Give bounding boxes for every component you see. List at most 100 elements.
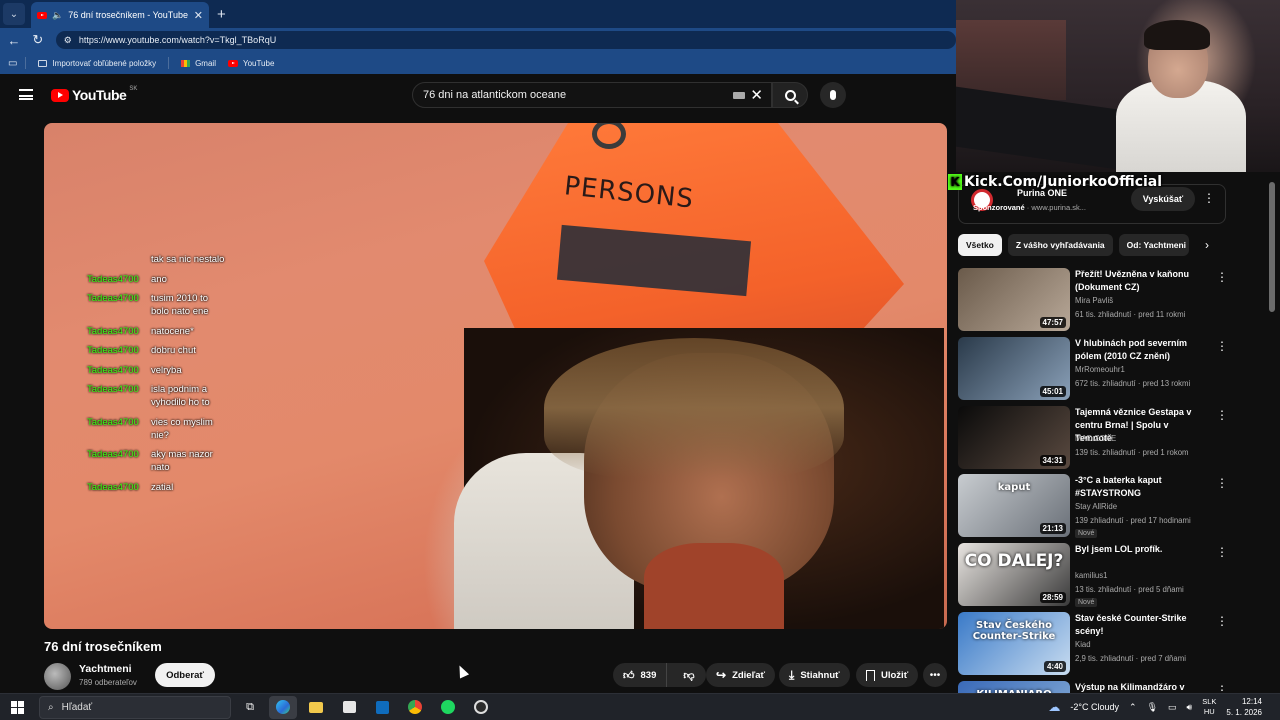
recommended-title[interactable]: Přežít! Uvězněna v kaňonu (Dokument CZ) [1075,268,1205,294]
video-thumbnail[interactable]: 34:31 [958,405,1070,469]
recommended-channel[interactable]: Mira Pavliš [1075,296,1113,305]
chat-message: Tadeas4700 natocene* [87,325,227,338]
reading-list-icon[interactable]: ▭ [8,58,17,69]
chat-text: tusim 2010 to bolo nato ene [151,293,209,317]
recommended-channel[interactable]: Stay AllRide [1075,502,1117,511]
chat-text: aky mas nazor nato [151,449,213,473]
new-tab-icon[interactable]: + [217,6,226,23]
dislike-button[interactable]: 👎︎ [673,669,704,682]
bookmark-youtube[interactable]: YouTube [227,59,274,68]
chip-all[interactable]: Všetko [958,234,1002,256]
bookmark-import[interactable]: Importovať obľúbené položky [38,59,156,68]
ad-more-icon[interactable]: ⋮ [1203,191,1215,205]
refresh-icon[interactable]: ↻ [26,32,50,48]
save-button[interactable]: Uložiť [856,663,919,687]
outlook-icon[interactable] [368,696,396,719]
task-view-icon[interactable]: ⧉ [236,696,264,719]
video-thumbnail[interactable]: 47:57 [958,268,1070,331]
streamer-webcam [956,0,1280,172]
edge-icon[interactable] [269,695,297,719]
subscribe-button[interactable]: Odberať [155,663,215,687]
clock-time: 12:14 [1241,697,1262,706]
video-menu-icon[interactable]: ⋮ [1216,614,1228,628]
address-bar-row: ← ↻ ⚙ https://www.youtube.com/watch?v=Tk… [0,28,956,52]
menu-icon[interactable] [19,89,33,100]
recommended-video[interactable]: Stav Českého Counter-Strike 4:40 Stav česk… [958,611,1233,681]
ad-card[interactable]: Purina ONE Sponzorované · www.purina.sk.… [958,184,1226,224]
site-info-icon[interactable]: ⚙ [64,35,72,46]
recommended-video[interactable]: CO DALEJ? 28:59 Byl jsem LOL profík. kamili… [958,543,1233,612]
keyboard-icon[interactable] [733,92,745,99]
recommended-channel[interactable]: kamilius1 [1075,571,1108,580]
recommended-video[interactable]: 47:57 Přežít! Uvězněna v kaňonu (Dokument… [958,268,1233,337]
video-menu-icon[interactable]: ⋮ [1216,339,1228,353]
video-thumbnail[interactable]: Stav Českého Counter-Strike 4:40 [958,611,1070,675]
recommended-video[interactable]: 45:01 V hlubinách pod severním pólem (201… [958,336,1233,406]
more-actions-button[interactable]: ••• [923,663,947,687]
sidebar-scrollbar[interactable] [1269,182,1275,312]
recommended-title[interactable]: Výstup na Kilimandžáro v [1075,681,1205,694]
recommended-channel[interactable]: Kiad [1075,640,1091,649]
filter-chips: Všetko Z vášho vyhľadávania Od: Yachtmen… [958,234,1189,256]
youtube-logo[interactable]: YouTube SK [51,86,137,103]
like-button[interactable]: 👍︎ 839 [613,663,668,687]
video-menu-icon[interactable]: ⋮ [1216,476,1228,490]
speaker-icon[interactable]: 🔈 [52,10,63,21]
channel-name[interactable]: Yachtmeni [79,663,132,675]
clock[interactable]: 12:14 5. 1. 2026 [1226,696,1262,718]
download-button[interactable]: ⤓ Stiahnuť [779,663,850,687]
microphone-tray-icon[interactable]: 🎙︎ [1147,702,1158,713]
file-explorer-icon[interactable] [302,696,330,719]
chevron-up-icon[interactable]: ⌃ [1129,702,1137,713]
chat-message: Tadeas4700 dobru chut [87,344,227,357]
recommended-title[interactable]: -3°C a baterka kaput #STAYSTRONG [1075,474,1205,500]
recommended-channel[interactable]: MAD ZONE [1075,434,1116,443]
video-player[interactable]: PERSONS tak sa nic nestalo Tadeas4700 ano T… [44,123,947,629]
language-indicator[interactable]: SLK HU [1202,697,1216,717]
bookmark-gmail[interactable]: Gmail [181,59,216,68]
video-menu-icon[interactable]: ⋮ [1216,545,1228,559]
chip-from-search[interactable]: Z vášho vyhľadávania [1007,234,1113,256]
taskbar-search[interactable]: ⌕ Hľadať [39,695,231,719]
store-icon[interactable] [335,696,363,719]
video-thumbnail[interactable]: 45:01 [958,336,1070,400]
recommended-meta: 672 tis. zhliadnutí · pred 13 rokmi [1075,378,1191,388]
tab-close-icon[interactable]: ✕ [194,9,203,22]
notification-icon[interactable]: ▭ [1168,702,1177,713]
ad-cta-button[interactable]: Vyskúšať [1131,187,1195,211]
kick-url: Kick.Com/JuniorkoOfficial [964,174,1163,190]
search-input[interactable]: 76 dni na atlantickom oceane ✕ [412,82,772,108]
share-button[interactable]: ↪ Zdieľať [706,663,776,687]
chrome-icon[interactable] [401,696,429,719]
volume-icon[interactable]: 🔊︎ [1187,702,1193,713]
channel-avatar[interactable] [44,663,71,690]
recommended-video[interactable]: 34:31 Tajemná věznice Gestapa v centru Br… [958,405,1233,475]
obs-icon[interactable] [467,696,495,719]
tab-actions-button[interactable]: ⌄ [3,3,25,25]
youtube-icon [227,59,238,67]
folder-icon [38,59,48,67]
chevron-right-icon[interactable]: › [1205,238,1209,252]
windows-start-icon[interactable] [11,700,24,714]
weather-text[interactable]: -2°C Cloudy [1070,702,1119,712]
recommended-channel[interactable]: MrRomeouhr1 [1075,365,1125,374]
save-label: Uložiť [881,669,909,681]
video-menu-icon[interactable]: ⋮ [1216,408,1228,422]
spotify-icon[interactable] [434,696,462,719]
video-thumbnail[interactable]: kaput 21:13 [958,474,1070,538]
clear-search-icon[interactable]: ✕ [750,86,763,104]
voice-search-button[interactable] [820,82,846,108]
recommended-title[interactable]: Byl jsem LOL profík. [1075,543,1205,556]
recommended-title[interactable]: V hlubinách pod severním pólem (2010 CZ … [1075,337,1205,363]
recommended-video[interactable]: kaput 21:13 -3°C a baterka kaput #STAYSTRO… [958,474,1233,543]
chip-from-channel[interactable]: Od: Yachtmeni [1118,234,1189,256]
browser-tab[interactable]: 🔈 76 dní trosečníkem - YouTube ✕ [31,2,209,28]
back-arrow-icon[interactable]: ← [2,33,26,48]
video-thumbnail[interactable]: CO DALEJ? 28:59 [958,543,1070,607]
recommended-title[interactable]: Stav české Counter-Strike scény! [1075,612,1205,638]
url-field[interactable]: ⚙ https://www.youtube.com/watch?v=Tkgl_T… [55,31,956,49]
search-button[interactable] [772,82,808,108]
video-menu-icon[interactable]: ⋮ [1216,270,1228,284]
chat-text: velryba [151,364,182,376]
person-arm [644,543,784,629]
